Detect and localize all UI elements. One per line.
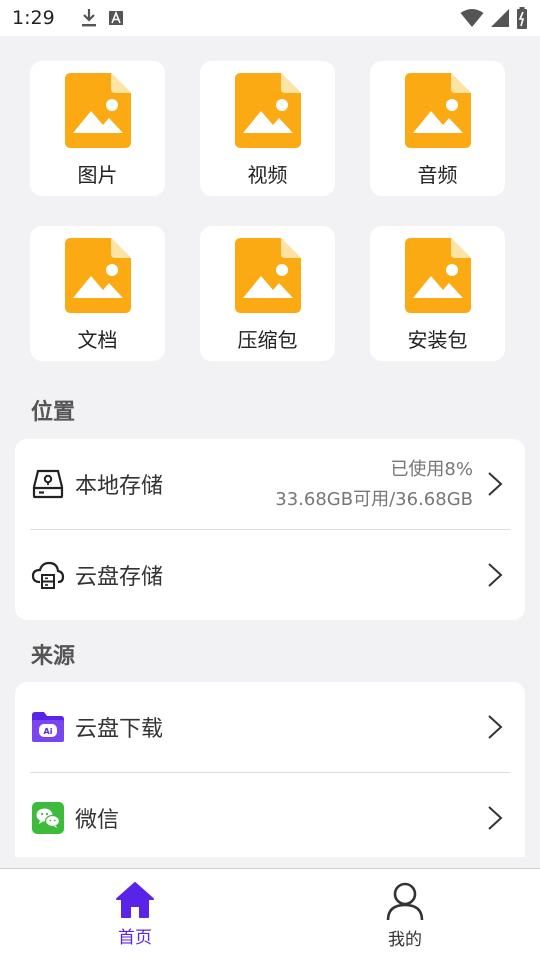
image-file-icon [234, 238, 301, 313]
location-card: 本地存储 已使用8% 33.68GB可用/36.68GB 云盘存储 [15, 439, 525, 620]
category-tile-documents[interactable]: 文档 [30, 226, 165, 361]
category-label: 安装包 [407, 328, 468, 352]
category-label: 图片 [77, 163, 118, 187]
nav-mine-label: 我的 [388, 930, 422, 950]
category-tile-videos[interactable]: 视频 [200, 61, 335, 196]
wechat-label: 微信 [75, 808, 120, 833]
chevron-right-icon [488, 472, 503, 496]
storage-capacity: 33.68GB可用/36.68GB [275, 489, 473, 510]
category-tile-archives[interactable]: 压缩包 [200, 226, 335, 361]
battery-icon [517, 7, 527, 29]
hard-drive-icon [31, 467, 65, 501]
category-tile-apks[interactable]: 安装包 [370, 226, 505, 361]
nav-home[interactable]: 首页 [95, 881, 175, 948]
category-label: 压缩包 [237, 328, 298, 352]
source-card: Ai 云盘下载 微信 [15, 682, 525, 857]
local-storage-label: 本地存储 [75, 474, 164, 499]
cloud-storage-label: 云盘存储 [75, 565, 164, 590]
cloud-storage-row[interactable]: 云盘存储 [15, 530, 525, 620]
storage-info: 已使用8% 33.68GB可用/36.68GB [275, 455, 473, 515]
status-left-icons [80, 8, 124, 28]
chevron-right-icon [488, 715, 503, 739]
location-section-title: 位置 [31, 400, 76, 425]
wechat-icon [31, 801, 65, 835]
bottom-nav: 首页 我的 [0, 868, 540, 960]
home-icon [116, 882, 154, 918]
image-file-icon [404, 73, 471, 148]
download-icon [82, 9, 96, 27]
category-label: 视频 [247, 163, 288, 187]
signal-icon [491, 9, 509, 27]
image-file-icon [64, 73, 131, 148]
svg-text:Ai: Ai [44, 727, 53, 736]
user-icon [386, 882, 424, 921]
cloud-download-label: 云盘下载 [75, 717, 164, 742]
cloud-drive-icon [31, 558, 65, 592]
category-label: 文档 [77, 328, 118, 352]
wifi-icon [460, 9, 484, 27]
image-file-icon [404, 238, 471, 313]
status-time: 1:29 [12, 7, 55, 29]
font-icon [109, 10, 123, 25]
storage-usage: 已使用8% [390, 459, 473, 480]
image-file-icon [64, 238, 131, 313]
nav-mine[interactable]: 我的 [365, 881, 445, 950]
category-tile-images[interactable]: 图片 [30, 61, 165, 196]
category-label: 音频 [417, 163, 458, 187]
wechat-row[interactable]: 微信 [15, 773, 525, 857]
cloud-download-folder-icon: Ai [31, 710, 65, 744]
local-storage-row[interactable]: 本地存储 已使用8% 33.68GB可用/36.68GB [15, 439, 525, 529]
status-bar: 1:29 [0, 0, 540, 36]
nav-home-label: 首页 [118, 928, 152, 948]
status-right-icons [460, 7, 528, 29]
chevron-right-icon [488, 806, 503, 830]
category-tile-audio[interactable]: 音频 [370, 61, 505, 196]
chevron-right-icon [488, 563, 503, 587]
source-section-title: 来源 [31, 644, 76, 669]
image-file-icon [234, 73, 301, 148]
cloud-download-row[interactable]: Ai 云盘下载 [15, 682, 525, 772]
